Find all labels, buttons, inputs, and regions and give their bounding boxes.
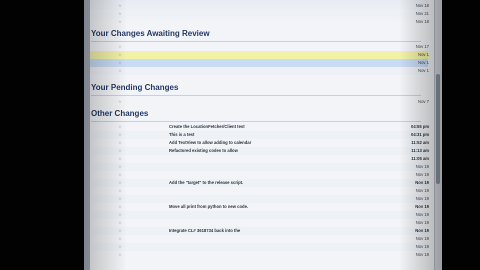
updated-date: Nov 1 [418,52,429,57]
updated-date: Nov 18 [415,3,429,8]
table-row[interactable]: ☆ Nov 17 [90,43,429,51]
star-icon[interactable]: ☆ [118,123,122,131]
table-row[interactable]: ☆ Nov 21 [90,10,429,18]
table-row[interactable]: ☆ Nov 19 [90,219,429,227]
updated-date: Nov 19 [415,228,429,233]
star-icon[interactable]: ☆ [118,43,122,51]
change-subject-link[interactable]: This is a test [169,131,387,139]
table-row[interactable]: ☆ Nov 19 [90,211,429,219]
star-icon[interactable]: ☆ [118,51,122,59]
scrollbar-thumb[interactable] [436,74,440,184]
star-icon[interactable]: ☆ [118,179,122,187]
table-row[interactable]: ☆ Nov 19 [90,171,429,179]
star-icon[interactable]: ☆ [118,98,122,106]
table-row[interactable]: ☆ Add TextView to allow adding to calenda… [90,139,429,147]
updated-date: Nov 19 [415,220,429,225]
table-row[interactable]: ☆ Nov 7 [90,98,429,106]
table-row[interactable]: ☆ Nov 19 [90,187,429,195]
updated-date: 11:52 am [411,140,429,145]
star-icon[interactable]: ☆ [118,243,122,251]
updated-date: Nov 19 [415,172,429,177]
table-row[interactable]: ☆ Add the "target" to the release script.… [90,179,429,187]
updated-date: Nov 19 [415,236,429,241]
gerrit-dashboard-screen: ☆ Nov 18 ☆ Nov 21 ☆ Nov 18 ☆ Nov 17 ☆ Nov 1 ☆ Nov 1… [84,0,442,270]
change-subject-link[interactable]: Add TextView to allow adding to calendar [169,139,387,147]
table-row[interactable]: ☆ Nov 18 [90,2,429,10]
table-row[interactable]: ☆ Nov 18 [90,251,429,259]
star-icon[interactable]: ☆ [118,67,122,75]
star-icon[interactable]: ☆ [118,171,122,179]
table-row[interactable]: ☆ Nov 19 [90,243,429,251]
table-row[interactable]: ☆ Nov 18 [90,18,429,26]
updated-date: Nov 7 [418,99,429,104]
table-row[interactable]: ☆ Integrate CL# 3618734 back into the Nov … [90,227,429,235]
star-icon[interactable]: ☆ [118,195,122,203]
section-other-header: Other Changes [91,106,421,122]
star-icon[interactable]: ☆ [118,155,122,163]
updated-date: Nov 17 [415,44,429,49]
star-icon[interactable]: ☆ [118,187,122,195]
table-row[interactable]: ☆ Move all print from python to new code.… [90,203,429,211]
updated-date: Nov 18 [415,19,429,24]
star-icon[interactable]: ☆ [118,163,122,171]
star-icon[interactable]: ☆ [118,219,122,227]
updated-date: 04:31 pm [411,132,429,137]
star-icon[interactable]: ☆ [118,131,122,139]
updated-date: Nov 19 [415,196,429,201]
star-icon[interactable]: ☆ [118,59,122,67]
updated-date: Nov 1 [418,68,429,73]
star-icon[interactable]: ☆ [118,235,122,243]
section-pending-header: Your Pending Changes [91,80,421,96]
table-row[interactable]: ☆ Nov 1 [90,59,429,67]
updated-date: Nov 21 [415,11,429,16]
table-row[interactable]: ☆ Create the LocationFetcher/Client test 0… [90,123,429,131]
table-row[interactable]: ☆ Nov 19 [90,235,429,243]
change-subject-link[interactable]: Refactored existing codes to allow [169,147,387,155]
star-icon[interactable]: ☆ [118,211,122,219]
table-row[interactable]: ☆ Nov 1 [90,51,429,59]
star-icon[interactable]: ☆ [118,10,122,18]
change-subject-link[interactable]: Integrate CL# 3618734 back into the [169,227,387,235]
updated-date: 11:13 am [411,148,429,153]
table-row[interactable]: ☆ This is a test 04:31 pm [90,131,429,139]
updated-date: Nov 19 [415,244,429,249]
change-subject-link[interactable]: Create the LocationFetcher/Client test [169,123,387,131]
table-row[interactable]: ☆ Refactored existing codes to allow 11:13… [90,147,429,155]
change-subject-link[interactable]: Move all print from python to new code. [169,203,387,211]
star-icon[interactable]: ☆ [118,139,122,147]
star-icon[interactable]: ☆ [118,2,122,10]
updated-date: 04:55 pm [411,124,429,129]
star-icon[interactable]: ☆ [118,203,122,211]
table-row[interactable]: ☆ Nov 19 [90,195,429,203]
updated-date: Nov 19 [415,188,429,193]
table-row[interactable]: ☆ Nov 1 [90,67,429,75]
star-icon[interactable]: ☆ [118,251,122,259]
updated-date: Nov 18 [415,252,429,257]
vertical-scrollbar[interactable] [434,0,442,270]
table-row[interactable]: ☆ 11:05 am [90,155,429,163]
star-icon[interactable]: ☆ [118,18,122,26]
updated-date: Nov 1 [418,60,429,65]
star-icon[interactable]: ☆ [118,147,122,155]
section-review-header: Your Changes Awaiting Review [91,26,421,42]
table-row[interactable]: ☆ Nov 19 [90,163,429,171]
updated-date: Nov 19 [415,212,429,217]
updated-date: 11:05 am [411,156,429,161]
updated-date: Nov 19 [415,204,429,209]
change-subject-link[interactable]: Add the "target" to the release script. [169,179,387,187]
updated-date: Nov 19 [415,180,429,185]
updated-date: Nov 19 [415,164,429,169]
star-icon[interactable]: ☆ [118,227,122,235]
